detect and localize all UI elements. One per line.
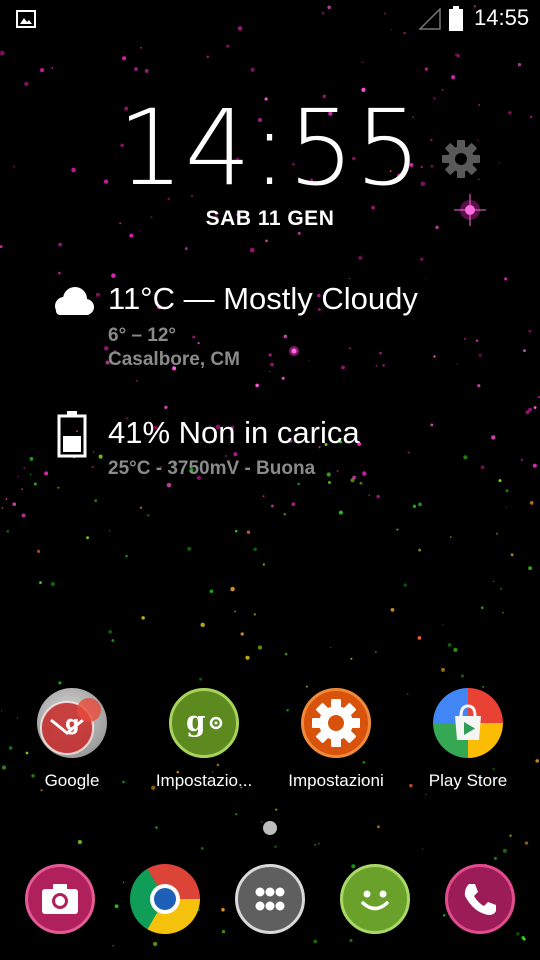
messaging-button[interactable] [340,864,410,934]
gear-icon[interactable] [440,138,482,180]
phone-icon [464,884,496,915]
svg-text:g: g [186,705,206,738]
status-time: 14:55 [474,5,530,30]
chrome-icon [150,884,180,914]
app-drawer-button[interactable] [235,864,305,934]
app-google[interactable]: g Google [12,688,132,791]
play-store-icon [433,688,503,758]
image-icon [16,10,36,28]
battery-status: 41% Non in carica [108,415,360,450]
signal-icon [418,8,441,30]
app-google-settings[interactable]: g Impostazio... [144,688,264,791]
app-label: Play Store [428,771,508,790]
weather-range: 6° – 12° [108,325,177,346]
settings-gear-icon [301,688,371,758]
chrome-button[interactable] [130,864,200,934]
google-settings-icon: g [169,688,239,758]
page-indicator-dot [263,821,277,835]
google-folder-icon: g [37,688,107,758]
weather-location: Casalbore, CM [108,349,240,370]
battery-details: 25°C - 3750mV - Buona [108,458,316,479]
camera-button[interactable] [25,864,95,934]
app-label: Impostazio... [155,771,253,790]
app-drawer-icon [255,887,285,911]
lockscreen-date: SAB 11 GEN [205,207,335,230]
weather-summary: 11°C — Mostly Cloudy [108,281,418,316]
app-label: Impostazioni [288,771,384,790]
battery-icon [449,6,463,31]
app-play-store[interactable]: Play Store [408,688,528,791]
messaging-icon [361,890,389,911]
camera-icon [42,884,78,914]
phone-button[interactable] [445,864,515,934]
battery-icon [57,411,87,458]
svg-text:g: g [65,711,79,735]
cloud-icon [55,287,94,315]
status-bar: 14:55 [0,0,540,40]
app-settings[interactable]: Impostazioni [276,688,396,791]
app-label: Google [44,771,100,790]
